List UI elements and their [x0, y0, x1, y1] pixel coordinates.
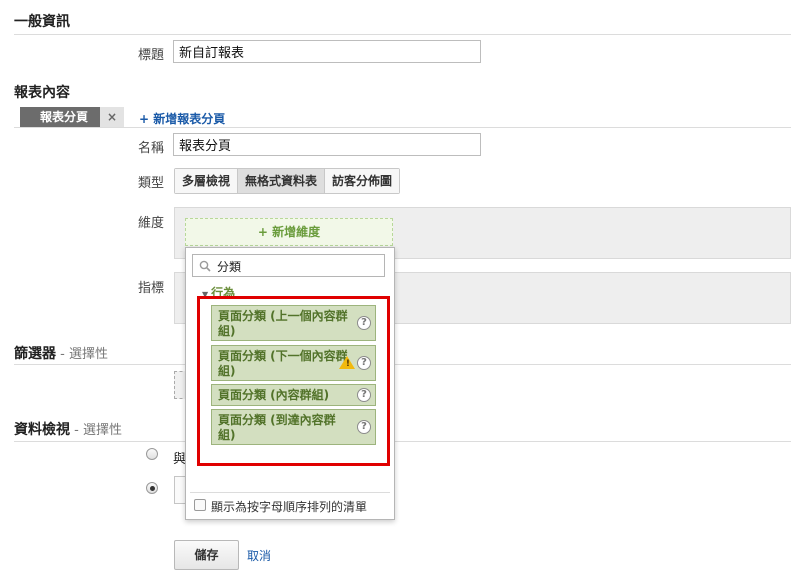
dimension-label: 維度: [137, 216, 164, 231]
alphabetical-list-label: 顯示為按字母順序排列的清單: [211, 500, 368, 514]
filters-divider: [14, 364, 791, 365]
general-section-title: 一般資訊: [14, 14, 70, 30]
dimension-search-value: 分類: [217, 260, 242, 274]
view-option-selected-radio[interactable]: [146, 482, 158, 494]
filters-title: 篩選器: [14, 346, 56, 362]
content-section-title: 報表內容: [14, 85, 70, 101]
type-flat-table-button[interactable]: 無格式資料表: [238, 169, 326, 193]
tab-name-input[interactable]: [173, 133, 481, 156]
view-option-all-radio[interactable]: [146, 448, 158, 460]
dropdown-divider: [190, 492, 390, 493]
type-label: 類型: [137, 176, 164, 191]
save-button[interactable]: 儲存: [174, 540, 239, 570]
add-dimension-button[interactable]: + 新增維度: [185, 218, 393, 246]
add-report-tab-link[interactable]: + 新增報表分頁: [139, 110, 225, 127]
views-title: 資料檢視: [14, 422, 70, 438]
views-section-title: 資料檢視 - 選擇性: [14, 419, 122, 439]
search-icon: [199, 260, 211, 272]
tab-divider: [14, 127, 791, 128]
filters-optional: - 選擇性: [56, 347, 108, 362]
dimension-search-box[interactable]: 分類: [192, 254, 385, 277]
title-label: 標題: [137, 48, 164, 63]
metric-label: 指標: [137, 281, 164, 296]
filters-section-title: 篩選器 - 選擇性: [14, 343, 108, 363]
report-title-input[interactable]: [173, 40, 481, 63]
highlight-frame: [197, 296, 390, 466]
name-label: 名稱: [137, 141, 164, 156]
report-type-selector: 多層檢視 無格式資料表 訪客分佈圖: [174, 168, 401, 194]
alphabetical-list-checkbox[interactable]: [194, 499, 206, 511]
tab-close-icon[interactable]: ×: [100, 107, 124, 127]
type-map-overlay-button[interactable]: 訪客分佈圖: [325, 169, 400, 193]
views-divider: [14, 441, 791, 442]
report-tab[interactable]: 報表分頁: [20, 107, 100, 127]
type-explorer-button[interactable]: 多層檢視: [175, 169, 239, 193]
views-optional: - 選擇性: [70, 423, 122, 438]
cancel-link[interactable]: 取消: [247, 547, 271, 564]
general-divider: [14, 34, 791, 35]
